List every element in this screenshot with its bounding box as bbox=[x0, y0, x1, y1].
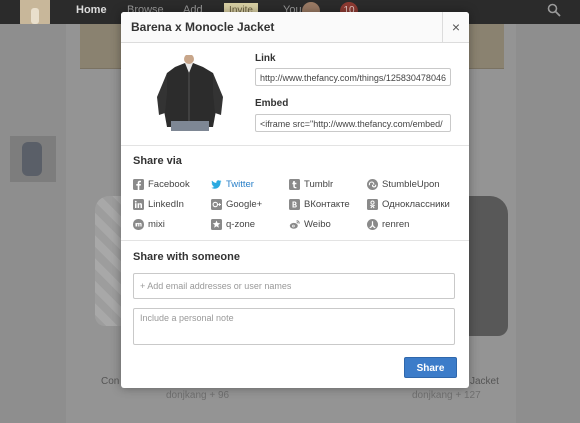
caption-right[interactable]: Jacket bbox=[470, 376, 499, 387]
weibo-icon bbox=[289, 219, 300, 230]
share-label: q-zone bbox=[226, 218, 256, 230]
share-label: Одноклассники bbox=[382, 198, 450, 210]
share-qzone[interactable]: q-zone bbox=[211, 217, 255, 231]
personal-note-input[interactable] bbox=[133, 308, 455, 345]
share-button[interactable]: Share bbox=[404, 357, 457, 378]
tumblr-icon bbox=[289, 178, 300, 190]
embed-label: Embed bbox=[255, 98, 289, 109]
share-with-title: Share with someone bbox=[133, 251, 240, 263]
share-label: Facebook bbox=[148, 178, 190, 190]
nav-home[interactable]: Home bbox=[76, 4, 107, 16]
side-thumbnail[interactable] bbox=[10, 136, 56, 182]
close-icon: × bbox=[451, 19, 461, 35]
share-googleplus[interactable]: Google+ bbox=[211, 197, 262, 211]
share-mixi[interactable]: mixi bbox=[133, 217, 165, 231]
share-tumblr[interactable]: Tumblr bbox=[289, 177, 333, 191]
vkontakte-icon bbox=[289, 198, 300, 210]
share-label: Weibo bbox=[304, 218, 331, 230]
odnoklassniki-icon bbox=[367, 198, 378, 210]
share-label: ВКонтакте bbox=[304, 198, 350, 210]
link-field[interactable]: http://www.thefancy.com/things/125830478… bbox=[255, 68, 451, 86]
share-label: LinkedIn bbox=[148, 198, 184, 210]
share-renren[interactable]: renren bbox=[367, 217, 409, 231]
share-label: StumbleUpon bbox=[382, 178, 440, 190]
linkedin-icon bbox=[133, 198, 144, 210]
stumbleupon-icon bbox=[367, 178, 378, 190]
googleplus-icon bbox=[211, 198, 222, 210]
mixi-icon bbox=[133, 218, 144, 230]
share-twitter[interactable]: Twitter bbox=[211, 177, 254, 191]
share-label: mixi bbox=[148, 218, 165, 230]
facebook-icon bbox=[133, 178, 144, 190]
link-label: Link bbox=[255, 53, 276, 64]
share-facebook[interactable]: Facebook bbox=[133, 177, 190, 191]
share-weibo[interactable]: Weibo bbox=[289, 217, 331, 231]
share-label: Twitter bbox=[226, 178, 254, 190]
close-button[interactable]: × bbox=[442, 12, 469, 42]
share-vkontakte[interactable]: ВКонтакте bbox=[289, 197, 350, 211]
divider bbox=[121, 240, 469, 241]
embed-field[interactable]: <iframe src="http://www.thefancy.com/emb… bbox=[255, 114, 451, 132]
share-via-title: Share via bbox=[133, 155, 182, 167]
share-odnoklassniki[interactable]: Одноклассники bbox=[367, 197, 450, 211]
share-linkedin[interactable]: LinkedIn bbox=[133, 197, 184, 211]
product-image bbox=[133, 54, 245, 132]
twitter-icon bbox=[211, 179, 222, 190]
caption-right-user[interactable]: donjkang + 127 bbox=[412, 390, 481, 401]
dialog-header: Barena x Monocle Jacket × bbox=[121, 12, 469, 43]
qzone-icon bbox=[211, 218, 222, 230]
share-dialog: Barena x Monocle Jacket × Link http://ww… bbox=[121, 12, 469, 388]
dialog-title: Barena x Monocle Jacket bbox=[131, 20, 275, 34]
caption-left-user[interactable]: donjkang + 96 bbox=[166, 390, 229, 401]
share-label: renren bbox=[382, 218, 410, 230]
share-label: Tumblr bbox=[304, 178, 334, 190]
email-recipient-input[interactable] bbox=[133, 273, 455, 299]
renren-icon bbox=[367, 218, 378, 230]
caption-left[interactable]: Con bbox=[101, 376, 119, 387]
share-label: Google+ bbox=[226, 198, 263, 210]
share-stumbleupon[interactable]: StumbleUpon bbox=[367, 177, 440, 191]
search-icon[interactable] bbox=[547, 3, 561, 22]
divider bbox=[121, 145, 469, 146]
